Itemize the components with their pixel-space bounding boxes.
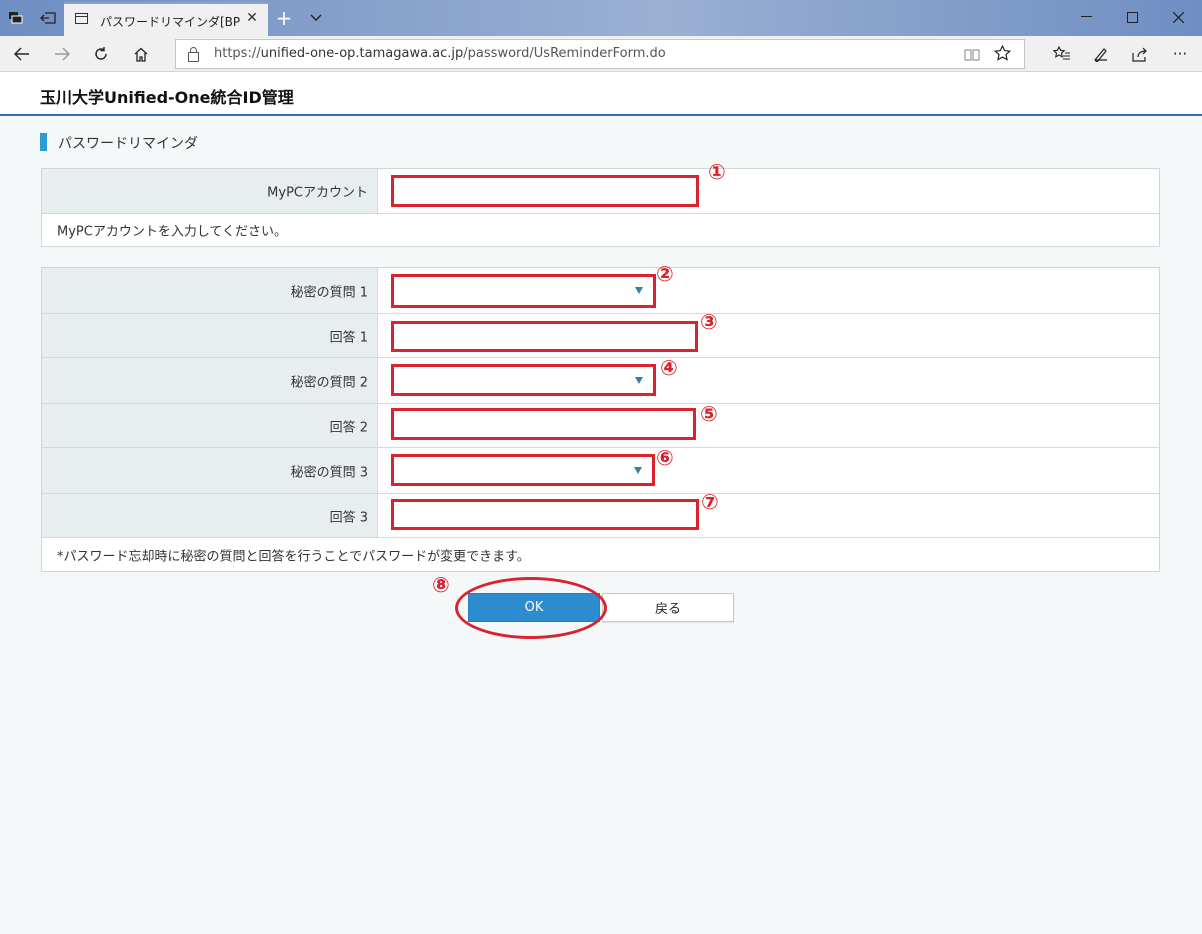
account-note: MyPCアカウントを入力してください。: [57, 224, 288, 240]
pen-icon[interactable]: [1089, 43, 1113, 65]
section-title: パスワードリマインダ: [58, 136, 198, 152]
answer-2-input[interactable]: [391, 408, 696, 440]
annotation-7: ⑦: [701, 490, 719, 514]
tab-title: パスワードリマインダ[BPUAC: [100, 15, 240, 29]
dropdown-caret-icon: [635, 287, 643, 294]
address-bar[interactable]: https://unified-one-op.tamagawa.ac.jp/pa…: [175, 39, 1025, 69]
dropdown-caret-icon: [634, 467, 642, 474]
question-note: *パスワード忘却時に秘密の質問と回答を行うことでパスワードが変更できます。: [57, 549, 530, 564]
account-label: MyPCアカウント: [267, 185, 368, 201]
mypc-account-input[interactable]: [391, 175, 699, 207]
answer-1-label: 回答 1: [329, 330, 368, 345]
page-icon: [75, 13, 88, 24]
page-header: 玉川大学Unified-One統合ID管理: [0, 72, 1202, 116]
tab-actions-icon[interactable]: [6, 8, 26, 28]
annotation-5: ⑤: [700, 402, 718, 426]
close-tab-icon[interactable]: ✕: [244, 10, 260, 26]
reading-view-icon[interactable]: [964, 47, 980, 66]
secret-question-2-select[interactable]: [391, 364, 656, 396]
annotation-4: ④: [660, 356, 678, 380]
set-aside-tabs-icon[interactable]: [38, 8, 58, 28]
url-text: https://unified-one-op.tamagawa.ac.jp/pa…: [214, 46, 666, 61]
annotation-6: ⑥: [656, 446, 674, 470]
section-bar: [40, 133, 47, 151]
question-note-row: *パスワード忘却時に秘密の質問と回答を行うことでパスワードが変更できます。: [42, 538, 1159, 571]
share-icon[interactable]: [1128, 43, 1152, 65]
secret-question-1-select[interactable]: [391, 274, 656, 308]
browser-tab[interactable]: パスワードリマインダ[BPUAC ✕: [64, 2, 268, 36]
question-2-label: 秘密の質問 2: [290, 375, 368, 390]
new-tab-icon[interactable]: +: [274, 6, 294, 30]
close-window-icon[interactable]: [1155, 4, 1201, 30]
back-button[interactable]: 戻る: [602, 593, 734, 622]
secret-question-3-select[interactable]: [391, 454, 655, 486]
chevron-down-icon[interactable]: [306, 8, 326, 28]
minimize-icon[interactable]: [1063, 4, 1109, 30]
highlight-ellipse: [455, 577, 607, 639]
back-arrow-icon[interactable]: [10, 43, 34, 65]
question-3-label: 秘密の質問 3: [290, 465, 368, 480]
maximize-icon[interactable]: [1109, 4, 1155, 30]
lock-icon: [188, 47, 199, 62]
account-label-cell: MyPCアカウント: [42, 169, 378, 213]
question-1-label: 秘密の質問 1: [290, 285, 368, 300]
answer-2-label: 回答 2: [329, 420, 368, 435]
annotation-2: ②: [656, 262, 674, 286]
answer-3-input[interactable]: [391, 499, 699, 530]
answer-1-input[interactable]: [391, 321, 698, 352]
site-title: 玉川大学Unified-One統合ID管理: [40, 88, 294, 107]
annotation-8: ⑧: [432, 573, 450, 597]
account-note-row: MyPCアカウントを入力してください。: [42, 214, 1159, 246]
annotation-3: ③: [700, 310, 718, 334]
favorite-star-icon[interactable]: [993, 44, 1012, 65]
annotation-1: ①: [708, 160, 726, 184]
favorites-hub-icon[interactable]: [1050, 43, 1074, 65]
home-icon[interactable]: [129, 43, 153, 65]
answer-3-label: 回答 3: [329, 510, 368, 525]
forward-arrow-icon[interactable]: [50, 43, 74, 65]
more-icon[interactable]: ···: [1168, 43, 1192, 65]
dropdown-caret-icon: [635, 377, 643, 384]
refresh-icon[interactable]: [89, 43, 113, 65]
